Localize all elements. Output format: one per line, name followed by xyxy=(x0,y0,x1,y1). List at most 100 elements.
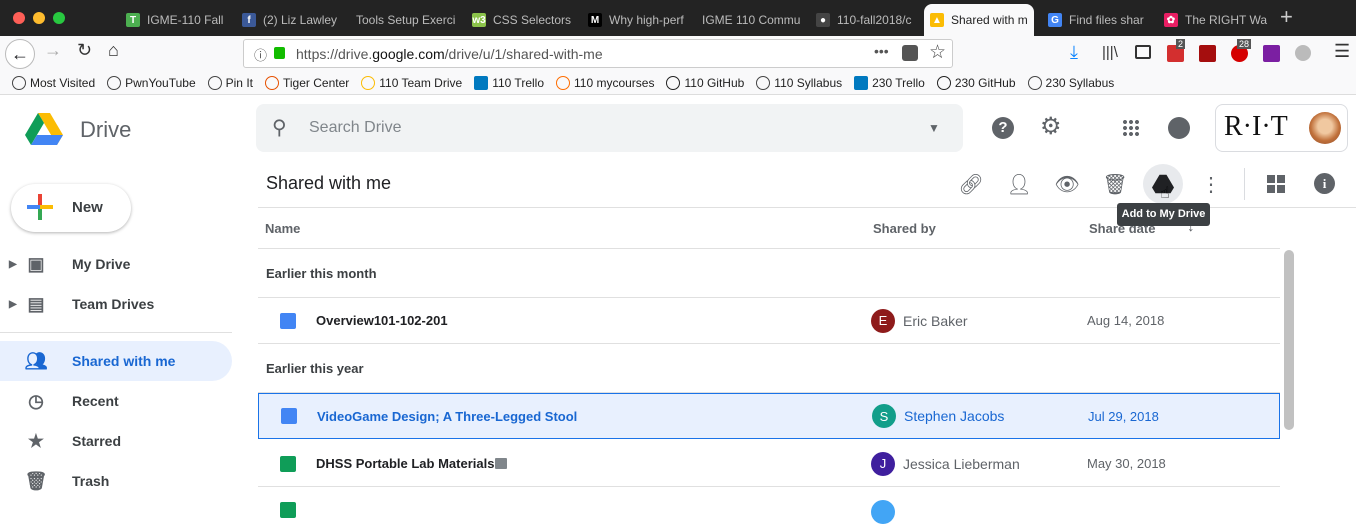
new-tab-button[interactable]: + xyxy=(1280,4,1293,30)
drive-logo[interactable] xyxy=(25,113,63,145)
help-icon[interactable]: ? xyxy=(992,117,1014,139)
more-actions-icon[interactable]: ⋮ xyxy=(1199,172,1223,196)
google-sheet-icon xyxy=(280,502,296,518)
details-icon[interactable]: i xyxy=(1314,173,1335,194)
close-window-button[interactable] xyxy=(13,12,25,24)
home-button[interactable]: ⌂ xyxy=(108,40,119,61)
file-row[interactable]: VideoGame Design; A Three-Legged Stool S S… xyxy=(258,393,1280,439)
tooltip: Add to My Drive xyxy=(1117,203,1210,226)
browser-tab[interactable]: T IGME-110 Fall xyxy=(120,4,225,36)
bookmark-item[interactable]: 110 Syllabus xyxy=(756,76,842,90)
toolbar-divider xyxy=(1244,168,1245,200)
url-bar[interactable]: ⓘ https://drive. google.com/drive/u/1/sha… xyxy=(243,39,953,68)
url-path: /drive/u/1/shared-with-me xyxy=(444,45,603,62)
download-icon[interactable]: ⤓ xyxy=(1070,42,1078,63)
browser-tab[interactable]: ▲ Shared with m xyxy=(924,4,1034,36)
bookmark-item[interactable]: Pin It xyxy=(207,76,253,90)
notifications-icon[interactable] xyxy=(1168,117,1190,139)
file-row[interactable]: Overview101-102-201 E Eric Baker Aug 14, 20… xyxy=(258,298,1280,344)
bookmark-item[interactable]: 110 GitHub xyxy=(666,76,744,90)
bookmark-label: 230 Trello xyxy=(872,76,925,90)
get-link-icon[interactable]: 🔗︎ xyxy=(958,172,983,196)
bookmark-icon xyxy=(265,76,279,90)
browser-tab[interactable]: IGME 110 Commun xyxy=(696,4,800,36)
sidebar-item-trash[interactable]: 🗑︎ Trash xyxy=(0,461,232,501)
browser-tab[interactable]: G Find files shar xyxy=(1042,4,1152,36)
trash-icon: 🗑︎ xyxy=(24,470,48,491)
bookmark-item[interactable]: 230 Syllabus xyxy=(1027,76,1114,90)
info-icon[interactable]: ⓘ xyxy=(254,45,267,64)
bookmark-item[interactable]: 110 Trello xyxy=(474,76,544,90)
tab-label: CSS Selectors xyxy=(493,13,572,27)
expand-arrow-icon[interactable]: ▶ xyxy=(9,299,17,310)
bookmark-item[interactable]: 230 Trello xyxy=(854,76,925,90)
column-name[interactable]: Name xyxy=(265,221,300,236)
my-drive-icon: ▣ xyxy=(27,253,45,274)
header-border xyxy=(258,248,1280,249)
grid-view-icon[interactable] xyxy=(1267,175,1285,193)
pdf-extension-icon[interactable] xyxy=(1199,45,1216,62)
shared-by: Stephen Jacobs xyxy=(904,408,1005,424)
tab-label: (2) Liz Lawley xyxy=(263,13,338,27)
browser-tab[interactable]: w3 CSS Selectors xyxy=(466,4,574,36)
share-date: May 30, 2018 xyxy=(1087,456,1166,471)
browser-tab[interactable]: Tools Setup Exerci xyxy=(350,4,460,36)
forward-button[interactable]: → xyxy=(44,40,62,61)
expand-arrow-icon[interactable]: ▶ xyxy=(9,259,17,270)
search-box[interactable]: ⚲ Search Drive ▼ xyxy=(256,104,963,152)
column-shared-by[interactable]: Shared by xyxy=(873,221,936,236)
sidebar-item-team-drives[interactable]: ▶ ▤ Team Drives xyxy=(0,284,232,324)
search-input[interactable]: Search Drive xyxy=(309,119,401,137)
browser-tab[interactable]: ✿ The RIGHT Wa xyxy=(1158,4,1268,36)
bookmark-item[interactable]: Most Visited xyxy=(12,76,95,90)
apps-grid-icon[interactable] xyxy=(1122,119,1139,136)
settings-extension-icon[interactable] xyxy=(1295,45,1311,61)
menu-icon[interactable]: ☰ xyxy=(1334,41,1350,62)
maximize-window-button[interactable] xyxy=(53,12,65,24)
bookmark-label: Pin It xyxy=(225,76,253,90)
delete-icon[interactable]: 🗑︎ xyxy=(1102,172,1127,196)
bookmark-item[interactable]: Tiger Center xyxy=(265,76,349,90)
search-options-icon[interactable]: ▼ xyxy=(928,121,940,135)
bookmark-label: 110 mycourses xyxy=(574,76,655,90)
page-actions-icon[interactable]: ••• xyxy=(874,43,889,59)
file-row[interactable]: DHSS Portable Lab Materials J Jessica Lieb… xyxy=(258,441,1280,487)
bookmark-icon xyxy=(361,76,376,90)
settings-icon[interactable]: ⚙ xyxy=(1040,112,1062,141)
share-date: Aug 14, 2018 xyxy=(1087,313,1165,328)
preview-icon[interactable]: 👁︎ xyxy=(1054,172,1079,196)
sidebar-icon[interactable] xyxy=(1135,45,1151,59)
onenote-icon[interactable] xyxy=(1263,45,1280,62)
account-switcher[interactable]: R·I·T xyxy=(1215,104,1348,152)
scrollbar[interactable] xyxy=(1284,250,1294,430)
reload-button[interactable]: ↻ xyxy=(77,40,92,61)
sidebar-item-my-drive[interactable]: ▶ ▣ My Drive xyxy=(0,244,232,284)
sidebar-item-starred[interactable]: ★ Starred xyxy=(0,421,232,461)
share-icon[interactable]: 👤︎ xyxy=(1006,172,1031,196)
minimize-window-button[interactable] xyxy=(33,12,45,24)
browser-tab[interactable]: M Why high-perf xyxy=(582,4,688,36)
bookmark-item[interactable]: 110 Team Drive xyxy=(361,76,462,90)
bookmark-icon xyxy=(854,76,869,90)
bookmark-icon xyxy=(207,76,222,90)
browser-tab[interactable]: f (2) Liz Lawley xyxy=(236,4,346,36)
search-icon[interactable]: ⚲ xyxy=(272,115,287,140)
bookmark-star-icon[interactable]: ☆ xyxy=(929,41,946,64)
tab-favicon-icon: M xyxy=(588,13,602,27)
url-prefix: https://drive. xyxy=(296,45,373,62)
bookmark-item[interactable]: PwnYouTube xyxy=(107,76,196,90)
new-button[interactable]: New xyxy=(11,184,131,232)
sidebar-item-label: Recent xyxy=(72,393,119,409)
browser-tab[interactable]: ● 110-fall2018/c xyxy=(810,4,918,36)
tab-favicon-icon: ▲ xyxy=(930,13,944,27)
avatar[interactable] xyxy=(1309,112,1341,144)
back-button[interactable]: ← xyxy=(5,39,35,69)
bookmark-item[interactable]: 110 mycourses xyxy=(556,76,654,90)
lock-icon xyxy=(274,47,285,59)
bookmark-item[interactable]: 230 GitHub xyxy=(936,76,1016,90)
bookmark-icon xyxy=(756,76,771,90)
sidebar-item-recent[interactable]: ◷ Recent xyxy=(0,381,232,421)
sidebar-item-shared-with-me[interactable]: 👥︎ Shared with me xyxy=(0,341,232,381)
library-icon[interactable]: |||\ xyxy=(1102,44,1118,61)
pocket-icon[interactable] xyxy=(902,45,918,61)
